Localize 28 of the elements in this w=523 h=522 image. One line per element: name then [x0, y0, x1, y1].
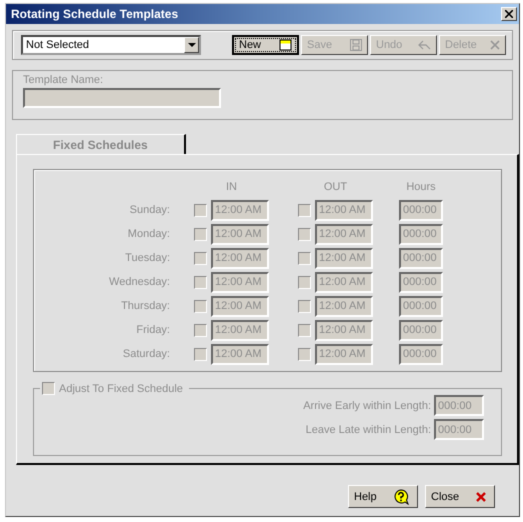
new-button[interactable]: New [232, 35, 299, 55]
close-icon [505, 10, 513, 18]
adjust-label: Adjust To Fixed Schedule [59, 382, 183, 394]
column-header: Hours [405, 181, 437, 193]
tab[interactable]: Fixed Schedules [16, 134, 186, 155]
close-x-icon [476, 492, 486, 502]
undo-arrow-icon [418, 39, 431, 51]
column-header: IN [225, 181, 238, 193]
day-label: Tuesday: [124, 252, 171, 264]
day-label: Friday: [135, 324, 171, 336]
template-name-field[interactable] [23, 88, 221, 108]
length-label: Leave Late within Length: [306, 424, 431, 436]
day-label: Sunday: [128, 204, 171, 216]
help-icon [393, 488, 409, 504]
day-label: Monday: [126, 228, 171, 240]
column-header: OUT [322, 181, 348, 193]
delete-x-icon [490, 40, 500, 50]
window-title: Rotating Schedule Templates [11, 7, 178, 21]
day-label: Thursday: [120, 300, 171, 312]
close-button[interactable] [501, 7, 517, 21]
length-label: Arrive Early within Length: [303, 400, 431, 412]
day-label: Saturday: [122, 348, 171, 360]
note-icon [279, 39, 292, 51]
day-label: Wednesday: [108, 276, 171, 288]
help-button[interactable]: Help [348, 485, 418, 508]
template-dropdown[interactable]: Not Selected [21, 35, 201, 55]
close-button[interactable]: Close [425, 485, 495, 508]
template-name-label: Template Name: [23, 74, 104, 86]
